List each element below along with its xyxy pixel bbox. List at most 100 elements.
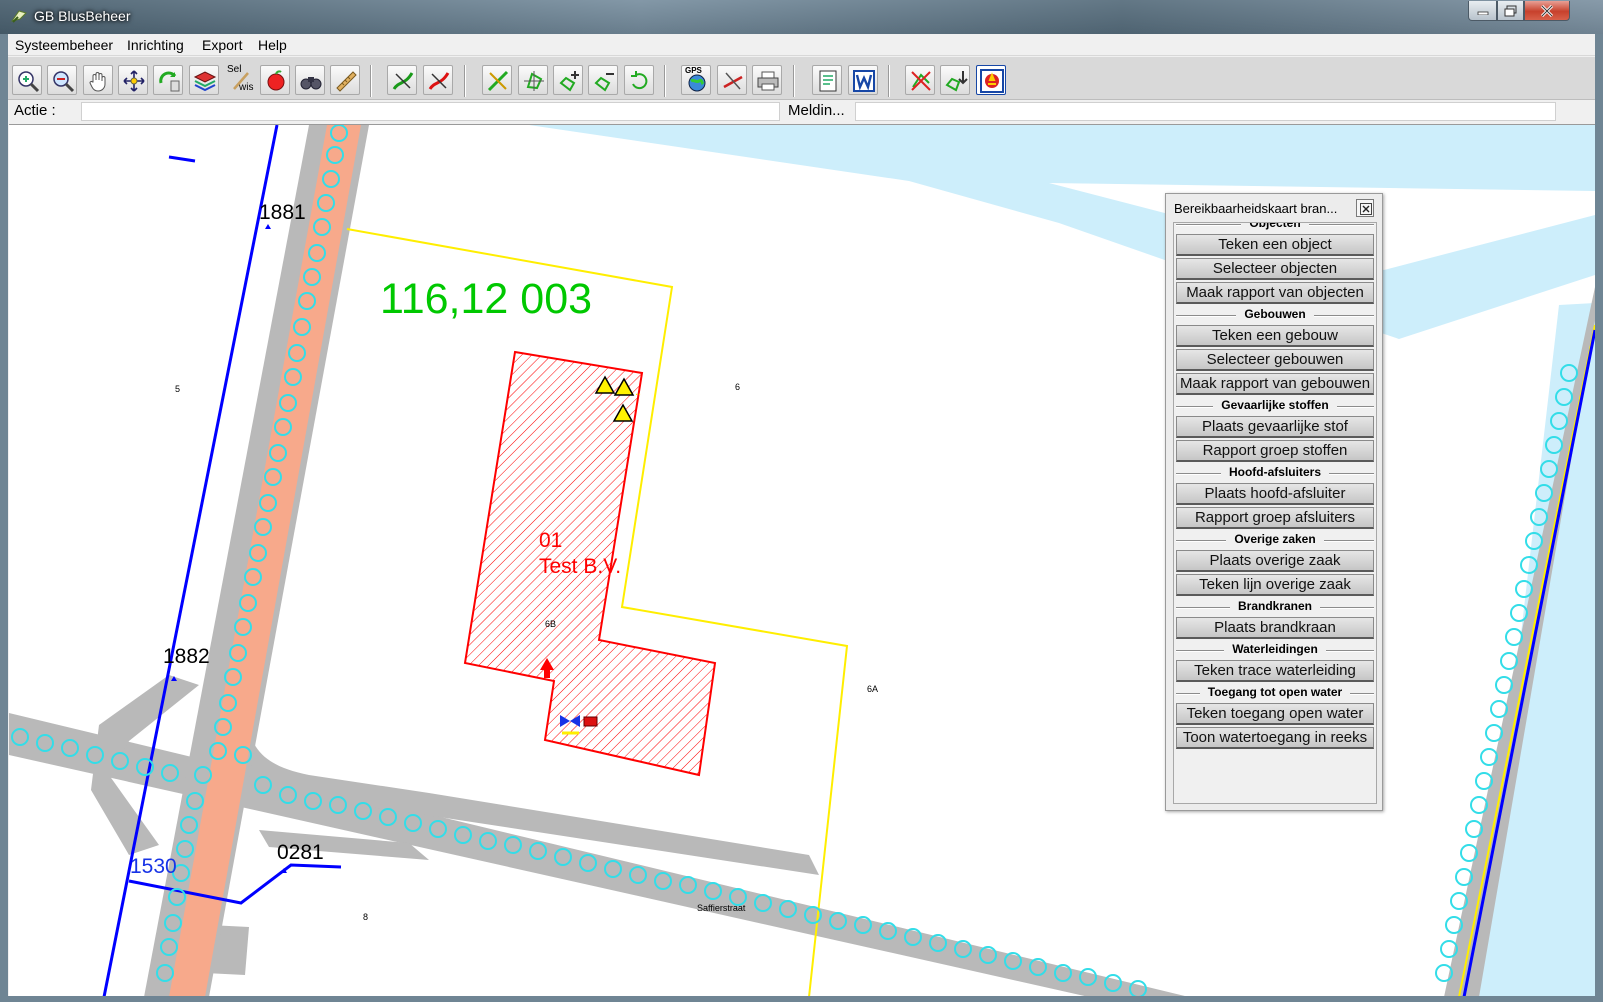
pipe-label-0281: 0281 [277, 841, 324, 864]
zoom-extent-icon [123, 70, 145, 92]
rotate-button[interactable] [624, 65, 654, 95]
menu-help[interactable]: Help [258, 37, 287, 53]
action-label: Actie : [14, 102, 56, 119]
title-bar-background [0, 0, 1603, 34]
rapport-objecten-button[interactable]: Maak rapport van objecten [1176, 282, 1374, 304]
toolbar-separator [464, 65, 466, 97]
menu-systeembeheer[interactable]: Systeembeheer [15, 37, 113, 53]
menu-bar: Systeembeheer Inrichting Export Help [8, 34, 1595, 56]
print-button[interactable] [752, 65, 782, 95]
teken-object-button[interactable]: Teken een object [1176, 234, 1374, 256]
parcel-number-label: 116,12 003 [380, 275, 593, 323]
delete-line-button[interactable] [423, 65, 453, 95]
teken-trace-waterleiding-button[interactable]: Teken trace waterleiding [1176, 660, 1374, 682]
word-export-button[interactable] [848, 65, 878, 95]
message-field [855, 102, 1556, 121]
plaats-hoofd-afsluiter-button[interactable]: Plaats hoofd-afsluiter [1176, 483, 1374, 505]
message-label: Meldin... [788, 102, 845, 119]
delete-object-button[interactable] [905, 65, 935, 95]
section-hoofd-afsluiters: Hoofd-afsluiters [1174, 465, 1376, 481]
toolbar-separator [370, 65, 372, 97]
plaats-overige-zaak-button[interactable]: Plaats overige zaak [1176, 550, 1374, 572]
menu-inrichting[interactable]: Inrichting [127, 37, 184, 53]
selecteer-gebouwen-button[interactable]: Selecteer gebouwen [1176, 349, 1374, 371]
layers-button[interactable] [189, 65, 219, 95]
title-bar: GB BlusBeheer [0, 0, 1603, 34]
minimize-button[interactable] [1468, 1, 1497, 21]
maximize-button[interactable] [1497, 1, 1524, 21]
pan-button[interactable] [83, 65, 113, 95]
toon-watertoegang-button[interactable]: Toon watertoegang in reeks [1176, 727, 1374, 749]
panel-close-button[interactable] [1356, 199, 1374, 217]
rapport-stoffen-button[interactable]: Rapport groep stoffen [1176, 440, 1374, 462]
selecteer-objecten-button[interactable]: Selecteer objecten [1176, 258, 1374, 280]
move-down-icon [945, 71, 968, 92]
add-vertex-icon [559, 71, 579, 92]
section-title: Brandkranen [1229, 599, 1321, 613]
move-down-button[interactable] [940, 65, 970, 95]
fire-alarm-button[interactable] [976, 65, 1006, 95]
toolbar-separator [664, 65, 666, 97]
zoom-in-button[interactable] [12, 65, 42, 95]
pipe-label-1882: 1882 [163, 645, 210, 668]
close-window-button[interactable] [1524, 1, 1570, 21]
status-row: Actie : Meldin... [8, 100, 1595, 122]
edit-tools-button[interactable] [482, 65, 512, 95]
restore-icon [1504, 5, 1516, 16]
pipe-label-1530: 1530 [130, 855, 177, 878]
rapport-afsluiters-button[interactable]: Rapport groep afsluiters [1176, 507, 1374, 529]
draw-line-button[interactable] [387, 65, 417, 95]
water-pipe-stub [168, 155, 196, 163]
pipe-label-1881: 1881 [259, 201, 306, 224]
section-overige-zaken: Overige zaken [1174, 532, 1376, 548]
binoculars-button[interactable] [295, 65, 325, 95]
report-button[interactable] [812, 65, 842, 95]
section-title: Objecten [1241, 223, 1309, 230]
remove-vertex-button[interactable] [588, 65, 618, 95]
building-name-label: Test B.V. [539, 555, 622, 578]
zoom-out-icon [53, 71, 75, 93]
zoom-in-icon [18, 71, 40, 93]
bereikbaarheidskaart-panel: Bereikbaarheidskaart bran... Objecten Te… [1165, 193, 1383, 811]
rapport-gebouwen-button[interactable]: Maak rapport van gebouwen [1176, 373, 1374, 395]
section-title: Gevaarlijke stoffen [1213, 398, 1337, 412]
node-edit-button[interactable] [518, 65, 548, 95]
edit-tools-icon [487, 70, 509, 92]
close-icon [1540, 4, 1554, 17]
marker-button[interactable] [260, 65, 290, 95]
section-brandkranen: Brandkranen [1174, 599, 1376, 615]
draw-line-green-icon [392, 72, 414, 90]
gps-button[interactable]: GPS [681, 65, 711, 95]
section-waterleidingen: Waterleidingen [1174, 642, 1376, 658]
svg-text:..: .. [635, 386, 641, 398]
remove-vertex-icon [594, 73, 614, 92]
measure-button[interactable] [330, 65, 360, 95]
section-title: Overige zaken [1226, 532, 1324, 546]
panel-body: Objecten Teken een object Selecteer obje… [1173, 222, 1377, 804]
section-gevaarlijke-stoffen: Gevaarlijke stoffen [1174, 398, 1376, 414]
zoom-out-button[interactable] [47, 65, 77, 95]
zoom-extent-button[interactable] [118, 65, 148, 95]
print-icon [757, 71, 779, 91]
ruler-icon [336, 71, 357, 92]
add-vertex-button[interactable] [553, 65, 583, 95]
plaats-gevaarlijke-stof-button[interactable]: Plaats gevaarlijke stof [1176, 416, 1374, 438]
fire-alarm-icon [980, 69, 1004, 93]
menu-export[interactable]: Export [202, 37, 242, 53]
refresh-view-button[interactable] [153, 65, 183, 95]
rotate-icon [631, 71, 648, 90]
teken-toegang-open-water-button[interactable]: Teken toegang open water [1176, 703, 1374, 725]
plaats-brandkraan-button[interactable]: Plaats brandkraan [1176, 617, 1374, 639]
layers-icon [193, 71, 217, 92]
section-gebouwen: Gebouwen [1174, 307, 1376, 323]
delete-object-icon [911, 71, 931, 91]
teken-lijn-overige-zaak-button[interactable]: Teken lijn overige zaak [1176, 574, 1374, 596]
refresh-view-icon [159, 71, 180, 92]
section-title: Gebouwen [1236, 307, 1314, 321]
cut-line-button[interactable] [717, 65, 747, 95]
section-objecten: Objecten [1174, 223, 1376, 232]
select-erase-button[interactable]: Sel wis [224, 64, 254, 95]
toolbar-separator [793, 65, 795, 97]
teken-gebouw-button[interactable]: Teken een gebouw [1176, 325, 1374, 347]
fire-panel-icon [583, 716, 598, 727]
